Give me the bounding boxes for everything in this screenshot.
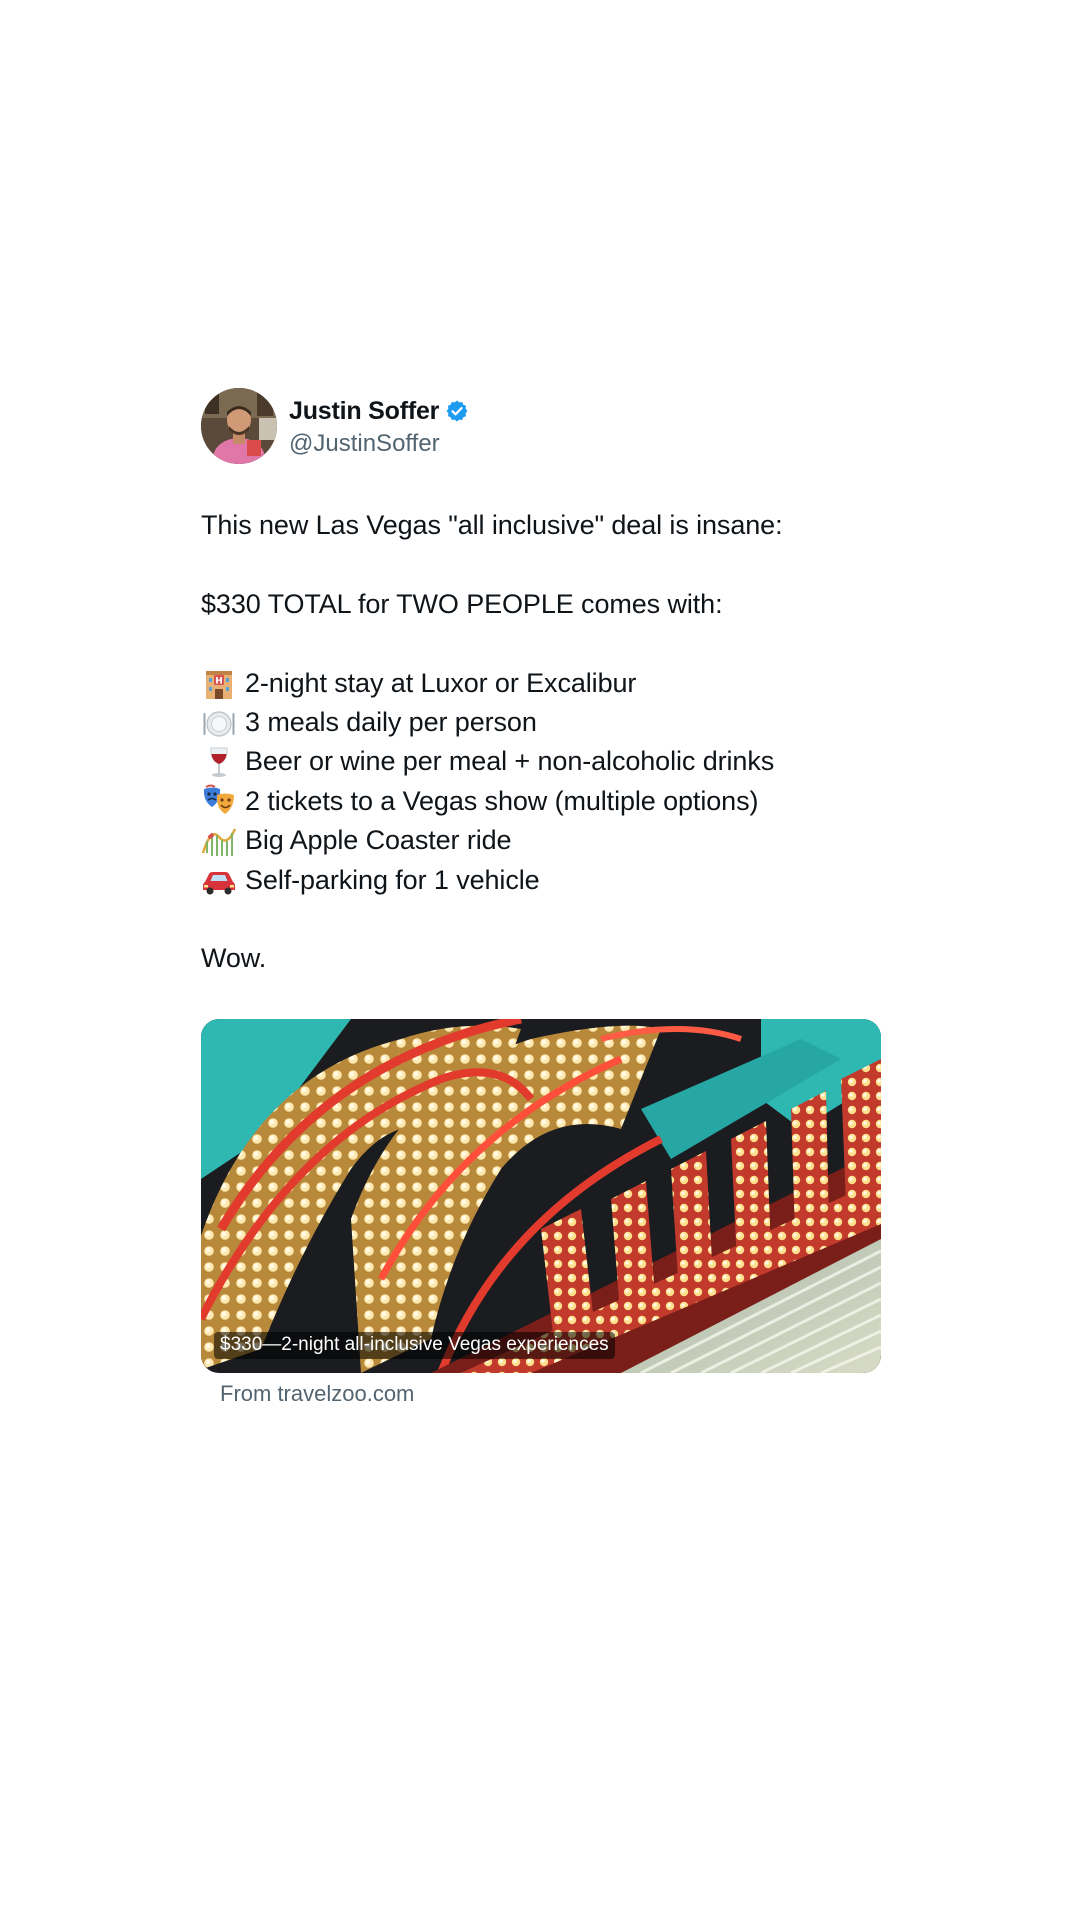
tweet-text: This new Las Vegas "all inclusive" deal … bbox=[201, 506, 881, 979]
link-card[interactable]: $330—2-night all-inclusive Vegas experie… bbox=[201, 1018, 881, 1373]
list-item: Beer or wine per meal + non-alcoholic dr… bbox=[201, 742, 881, 781]
plate-icon bbox=[201, 705, 237, 741]
list-item: H 2-night stay at Luxor or Excalibur bbox=[201, 664, 881, 703]
avatar[interactable] bbox=[201, 388, 277, 464]
tweet: Justin Soffer @JustinSoffer This new Las… bbox=[201, 388, 881, 1407]
wine-glass-icon bbox=[201, 744, 237, 780]
theater-masks-icon bbox=[201, 783, 237, 819]
tweet-closing: Wow. bbox=[201, 943, 267, 974]
list-item: Self-parking for 1 vehicle bbox=[201, 861, 881, 900]
name-row: Justin Soffer bbox=[289, 394, 469, 428]
list-item-text: 2 tickets to a Vegas show (multiple opti… bbox=[245, 785, 759, 816]
card-title[interactable]: $330—2-night all-inclusive Vegas experie… bbox=[214, 1331, 615, 1359]
list-item-text: Big Apple Coaster ride bbox=[245, 825, 512, 856]
svg-text:H: H bbox=[215, 677, 222, 687]
card-source[interactable]: From travelzoo.com bbox=[220, 1381, 881, 1407]
list-item: 3 meals daily per person bbox=[201, 703, 881, 742]
roller-coaster-icon bbox=[201, 823, 237, 859]
hotel-icon: H bbox=[201, 665, 237, 701]
list-item: Big Apple Coaster ride bbox=[201, 821, 881, 860]
list-item-text: 3 meals daily per person bbox=[245, 706, 537, 737]
verified-badge-icon bbox=[445, 399, 469, 423]
car-icon bbox=[201, 862, 237, 898]
list-item-text: Self-parking for 1 vehicle bbox=[245, 864, 540, 895]
author-handle[interactable]: @JustinSoffer bbox=[289, 430, 469, 458]
list-item-text: Beer or wine per meal + non-alcoholic dr… bbox=[245, 746, 775, 777]
author-name[interactable]: Justin Soffer bbox=[289, 397, 439, 426]
list-item: 2 tickets to a Vegas show (multiple opti… bbox=[201, 782, 881, 821]
tweet-intro: This new Las Vegas "all inclusive" deal … bbox=[201, 510, 783, 540]
tweet-headline: $330 TOTAL for TWO PEOPLE comes with: bbox=[201, 588, 723, 619]
author-names: Justin Soffer @JustinSoffer bbox=[289, 394, 469, 458]
card-image bbox=[201, 1018, 881, 1373]
tweet-header: Justin Soffer @JustinSoffer bbox=[201, 388, 881, 464]
list-item-text: 2-night stay at Luxor or Excalibur bbox=[245, 667, 637, 698]
